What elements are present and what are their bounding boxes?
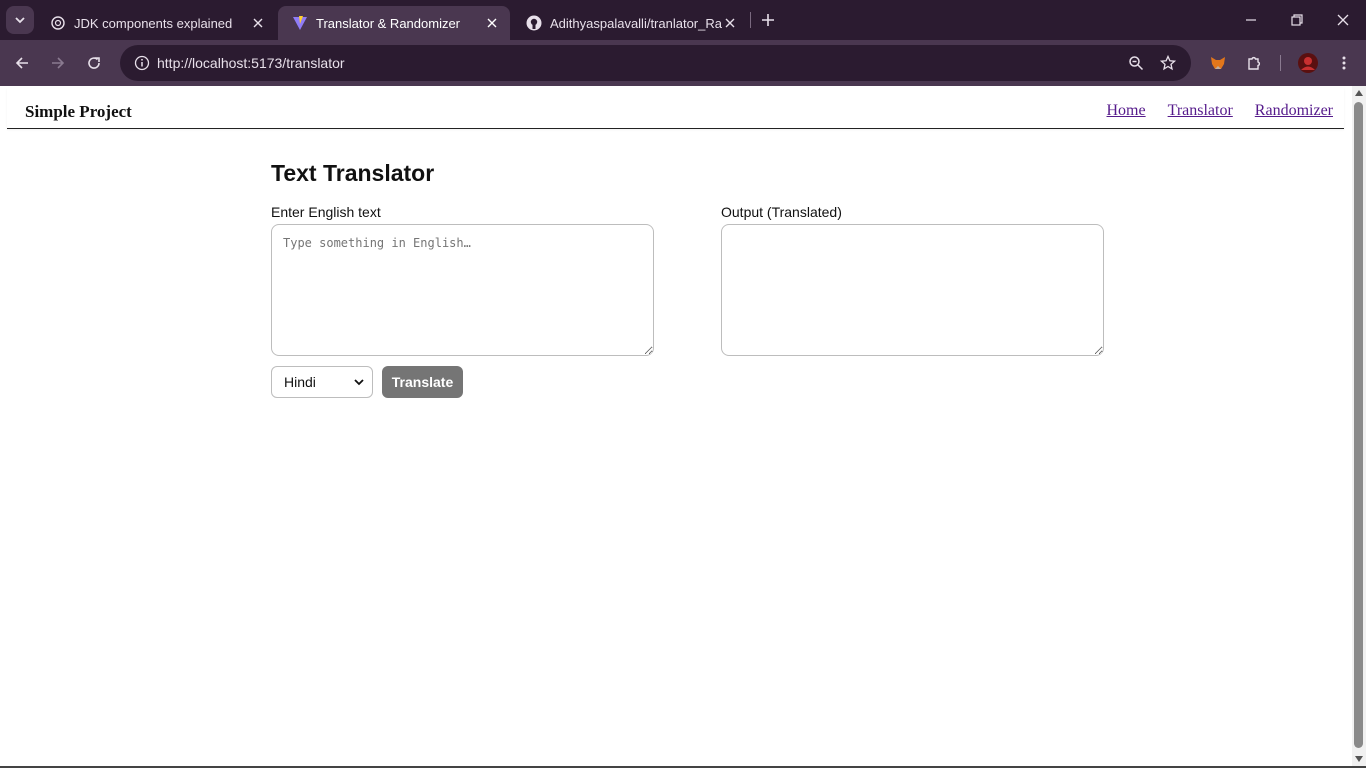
tab-title: Translator & Randomizer xyxy=(316,15,461,31)
browser-toolbar: http://localhost:5173/translator xyxy=(0,40,1366,86)
bookmark-star-icon[interactable] xyxy=(1154,49,1182,77)
vite-icon xyxy=(293,16,307,30)
nav-link-translator[interactable]: Translator xyxy=(1168,102,1233,120)
address-bar[interactable]: http://localhost:5173/translator xyxy=(120,45,1191,81)
browser-menu-button[interactable] xyxy=(1330,49,1358,77)
page-scrollbar[interactable] xyxy=(1352,86,1366,768)
extensions-button[interactable] xyxy=(1240,49,1268,77)
minimize-button[interactable] xyxy=(1228,0,1274,40)
tab-strip: JDK components explained Translator & Ra… xyxy=(0,0,1366,40)
site-navbar: Simple Project Home Translator Randomize… xyxy=(7,88,1344,129)
plus-icon xyxy=(762,14,774,26)
metamask-extension-button[interactable] xyxy=(1204,49,1232,77)
reload-icon xyxy=(88,57,100,69)
avatar-icon xyxy=(1298,53,1318,73)
input-label: Enter English text xyxy=(271,204,381,220)
scroll-up-arrow-icon[interactable] xyxy=(1355,90,1363,96)
arrow-left-icon xyxy=(15,57,28,69)
url-text[interactable]: http://localhost:5173/translator xyxy=(157,55,345,71)
translated-output[interactable] xyxy=(721,224,1104,356)
tab-title: JDK components explained xyxy=(74,15,233,31)
tab-search-button[interactable] xyxy=(6,6,34,34)
github-icon xyxy=(526,15,542,31)
chevron-down-icon xyxy=(15,17,25,24)
page-title: Text Translator xyxy=(271,160,435,186)
translator-section: Text Translator Enter English text Outpu… xyxy=(271,160,1111,398)
tab-github-repo[interactable]: Adithyaspalavalli/tranlator_Randomizer xyxy=(512,6,748,40)
nav-link-randomizer[interactable]: Randomizer xyxy=(1255,102,1333,120)
new-tab-button[interactable] xyxy=(756,8,780,32)
site-brand: Simple Project xyxy=(25,102,132,121)
language-select[interactable]: Hindi xyxy=(271,366,373,398)
reload-button[interactable] xyxy=(80,49,108,77)
tab-jdk-components[interactable]: JDK components explained xyxy=(36,6,276,40)
scrollbar-thumb[interactable] xyxy=(1354,102,1363,748)
more-vertical-icon xyxy=(1342,56,1346,70)
translate-button[interactable]: Translate xyxy=(382,366,463,398)
close-tab-icon[interactable] xyxy=(722,15,738,31)
tab-translator-randomizer[interactable]: Translator & Randomizer xyxy=(278,6,510,40)
english-text-input[interactable] xyxy=(271,224,654,356)
restore-icon xyxy=(1291,14,1303,26)
fox-icon xyxy=(1211,57,1225,69)
zoom-icon[interactable] xyxy=(1122,49,1150,77)
profile-avatar[interactable] xyxy=(1294,49,1322,77)
close-tab-icon[interactable] xyxy=(484,15,500,31)
nav-links: Home Translator Randomizer xyxy=(1107,102,1334,120)
minimize-icon xyxy=(1246,19,1256,21)
forward-button[interactable] xyxy=(44,49,72,77)
scroll-down-arrow-icon[interactable] xyxy=(1355,756,1363,762)
back-button[interactable] xyxy=(8,49,36,77)
close-tab-icon[interactable] xyxy=(250,15,266,31)
toolbar-divider xyxy=(1280,55,1281,71)
puzzle-icon xyxy=(1248,56,1261,70)
output-label: Output (Translated) xyxy=(721,204,842,220)
site-info-icon[interactable] xyxy=(128,49,156,77)
tab-title: Adithyaspalavalli/tranlator_Randomizer xyxy=(550,15,722,31)
openai-icon xyxy=(51,16,65,30)
page-viewport: Simple Project Home Translator Randomize… xyxy=(0,86,1352,768)
restore-button[interactable] xyxy=(1274,0,1320,40)
close-icon xyxy=(1337,14,1349,26)
chevron-down-icon xyxy=(354,379,364,386)
close-window-button[interactable] xyxy=(1320,0,1366,40)
arrow-right-icon xyxy=(52,57,65,69)
nav-link-home[interactable]: Home xyxy=(1107,102,1146,120)
tab-separator xyxy=(750,12,751,28)
language-selected-value: Hindi xyxy=(284,374,316,390)
